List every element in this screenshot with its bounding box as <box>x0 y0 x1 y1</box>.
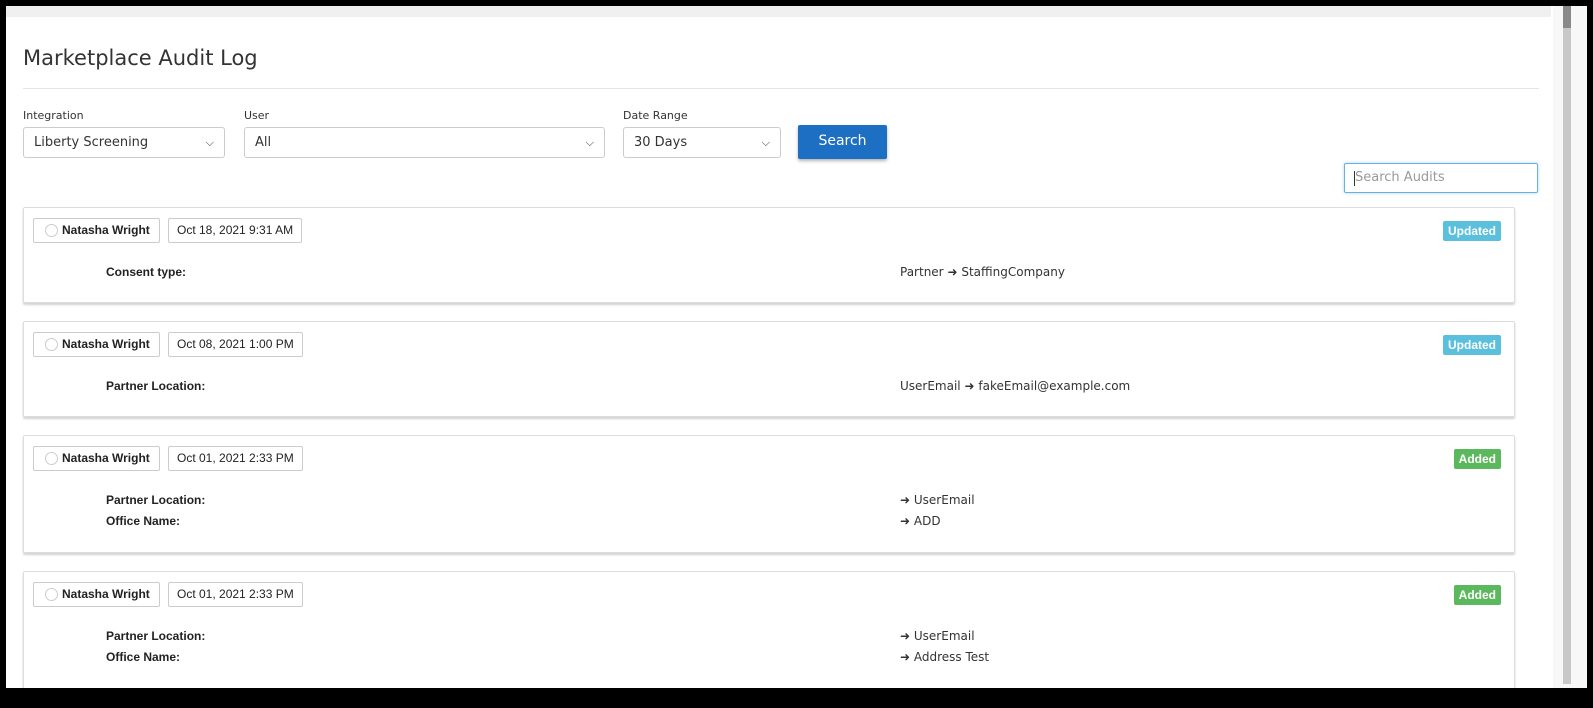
old-value: UserEmail <box>900 379 961 393</box>
user-chip[interactable]: Natasha Wright <box>33 446 160 471</box>
date-range-select[interactable]: 30 Days ⌵ <box>623 127 781 158</box>
new-value: fakeEmail@example.com <box>978 379 1131 393</box>
arrow-right-icon: ➜ <box>900 650 911 664</box>
audit-user: Natasha Wright <box>62 451 150 465</box>
integration-select-value: Liberty Screening <box>34 135 149 150</box>
change-value: UserEmail ➜ fakeEmail@example.com <box>900 379 1130 393</box>
text-caret <box>1354 171 1355 186</box>
app-frame: Marketplace Audit Log Integration Libert… <box>6 6 1587 688</box>
chevron-down-icon: ⌵ <box>761 136 770 149</box>
chevron-down-icon: ⌵ <box>205 136 214 149</box>
integration-select[interactable]: Liberty Screening ⌵ <box>23 127 225 158</box>
change-value: ➜ UserEmail <box>900 629 975 643</box>
change-field: Consent type: <box>106 265 187 279</box>
new-value: Address Test <box>913 650 990 664</box>
change-value: ➜ ADD <box>900 514 941 528</box>
audit-card: Natasha Wright Oct 01, 2021 2:33 PM Adde… <box>23 435 1515 553</box>
change-field: Partner Location: <box>106 493 206 507</box>
new-value: UserEmail <box>913 493 975 507</box>
arrow-right-icon: ➜ <box>947 265 958 279</box>
date-chip: Oct 01, 2021 2:33 PM <box>168 446 303 471</box>
radio-icon[interactable] <box>45 338 58 351</box>
date-range-label: Date Range <box>623 109 688 122</box>
arrow-right-icon: ➜ <box>900 514 911 528</box>
top-strip <box>6 6 1551 17</box>
user-chip[interactable]: Natasha Wright <box>33 218 160 243</box>
radio-icon[interactable] <box>45 452 58 465</box>
audit-user: Natasha Wright <box>62 223 150 237</box>
search-audits-placeholder: Search Audits <box>1355 170 1445 185</box>
status-badge: Updated <box>1443 221 1501 241</box>
change-field: Partner Location: <box>106 629 206 643</box>
page-title: Marketplace Audit Log <box>23 46 258 70</box>
chevron-down-icon: ⌵ <box>585 136 594 149</box>
radio-icon[interactable] <box>45 588 58 601</box>
audit-card: Natasha Wright Oct 18, 2021 9:31 AM Upda… <box>23 207 1515 303</box>
change-value: Partner ➜ StaffingCompany <box>900 265 1065 279</box>
integration-label: Integration <box>23 109 84 122</box>
audit-card: Natasha Wright Oct 01, 2021 2:33 PM Adde… <box>23 571 1515 688</box>
status-badge: Added <box>1453 585 1501 605</box>
audit-user: Natasha Wright <box>62 337 150 351</box>
arrow-right-icon: ➜ <box>900 629 911 643</box>
status-badge: Updated <box>1443 335 1501 355</box>
date-chip: Oct 01, 2021 2:33 PM <box>168 582 303 607</box>
user-select-value: All <box>255 135 272 150</box>
new-value: StaffingCompany <box>961 265 1065 279</box>
change-value: ➜ Address Test <box>900 650 989 664</box>
user-select[interactable]: All ⌵ <box>244 127 605 158</box>
arrow-right-icon: ➜ <box>964 379 975 393</box>
vertical-scrollbar[interactable] <box>1553 6 1587 688</box>
radio-icon[interactable] <box>45 224 58 237</box>
date-range-select-value: 30 Days <box>634 135 688 150</box>
user-chip[interactable]: Natasha Wright <box>33 582 160 607</box>
search-button[interactable]: Search <box>798 125 887 159</box>
user-chip[interactable]: Natasha Wright <box>33 332 160 357</box>
title-divider <box>23 88 1539 89</box>
status-badge: Added <box>1453 449 1501 469</box>
new-value: ADD <box>913 514 941 528</box>
user-label: User <box>244 109 270 122</box>
search-audits-input[interactable]: Search Audits <box>1344 163 1538 193</box>
new-value: UserEmail <box>913 629 975 643</box>
change-field: Partner Location: <box>106 379 206 393</box>
scrollbar-track[interactable] <box>1563 18 1571 684</box>
old-value: Partner <box>900 265 944 279</box>
audit-user: Natasha Wright <box>62 587 150 601</box>
scrollbar-thumb[interactable] <box>1563 6 1571 28</box>
change-value: ➜ UserEmail <box>900 493 975 507</box>
audit-card: Natasha Wright Oct 08, 2021 1:00 PM Upda… <box>23 321 1515 417</box>
arrow-right-icon: ➜ <box>900 493 911 507</box>
change-field: Office Name: <box>106 514 181 528</box>
change-field: Office Name: <box>106 650 181 664</box>
date-chip: Oct 18, 2021 9:31 AM <box>168 218 303 243</box>
date-chip: Oct 08, 2021 1:00 PM <box>168 332 303 357</box>
